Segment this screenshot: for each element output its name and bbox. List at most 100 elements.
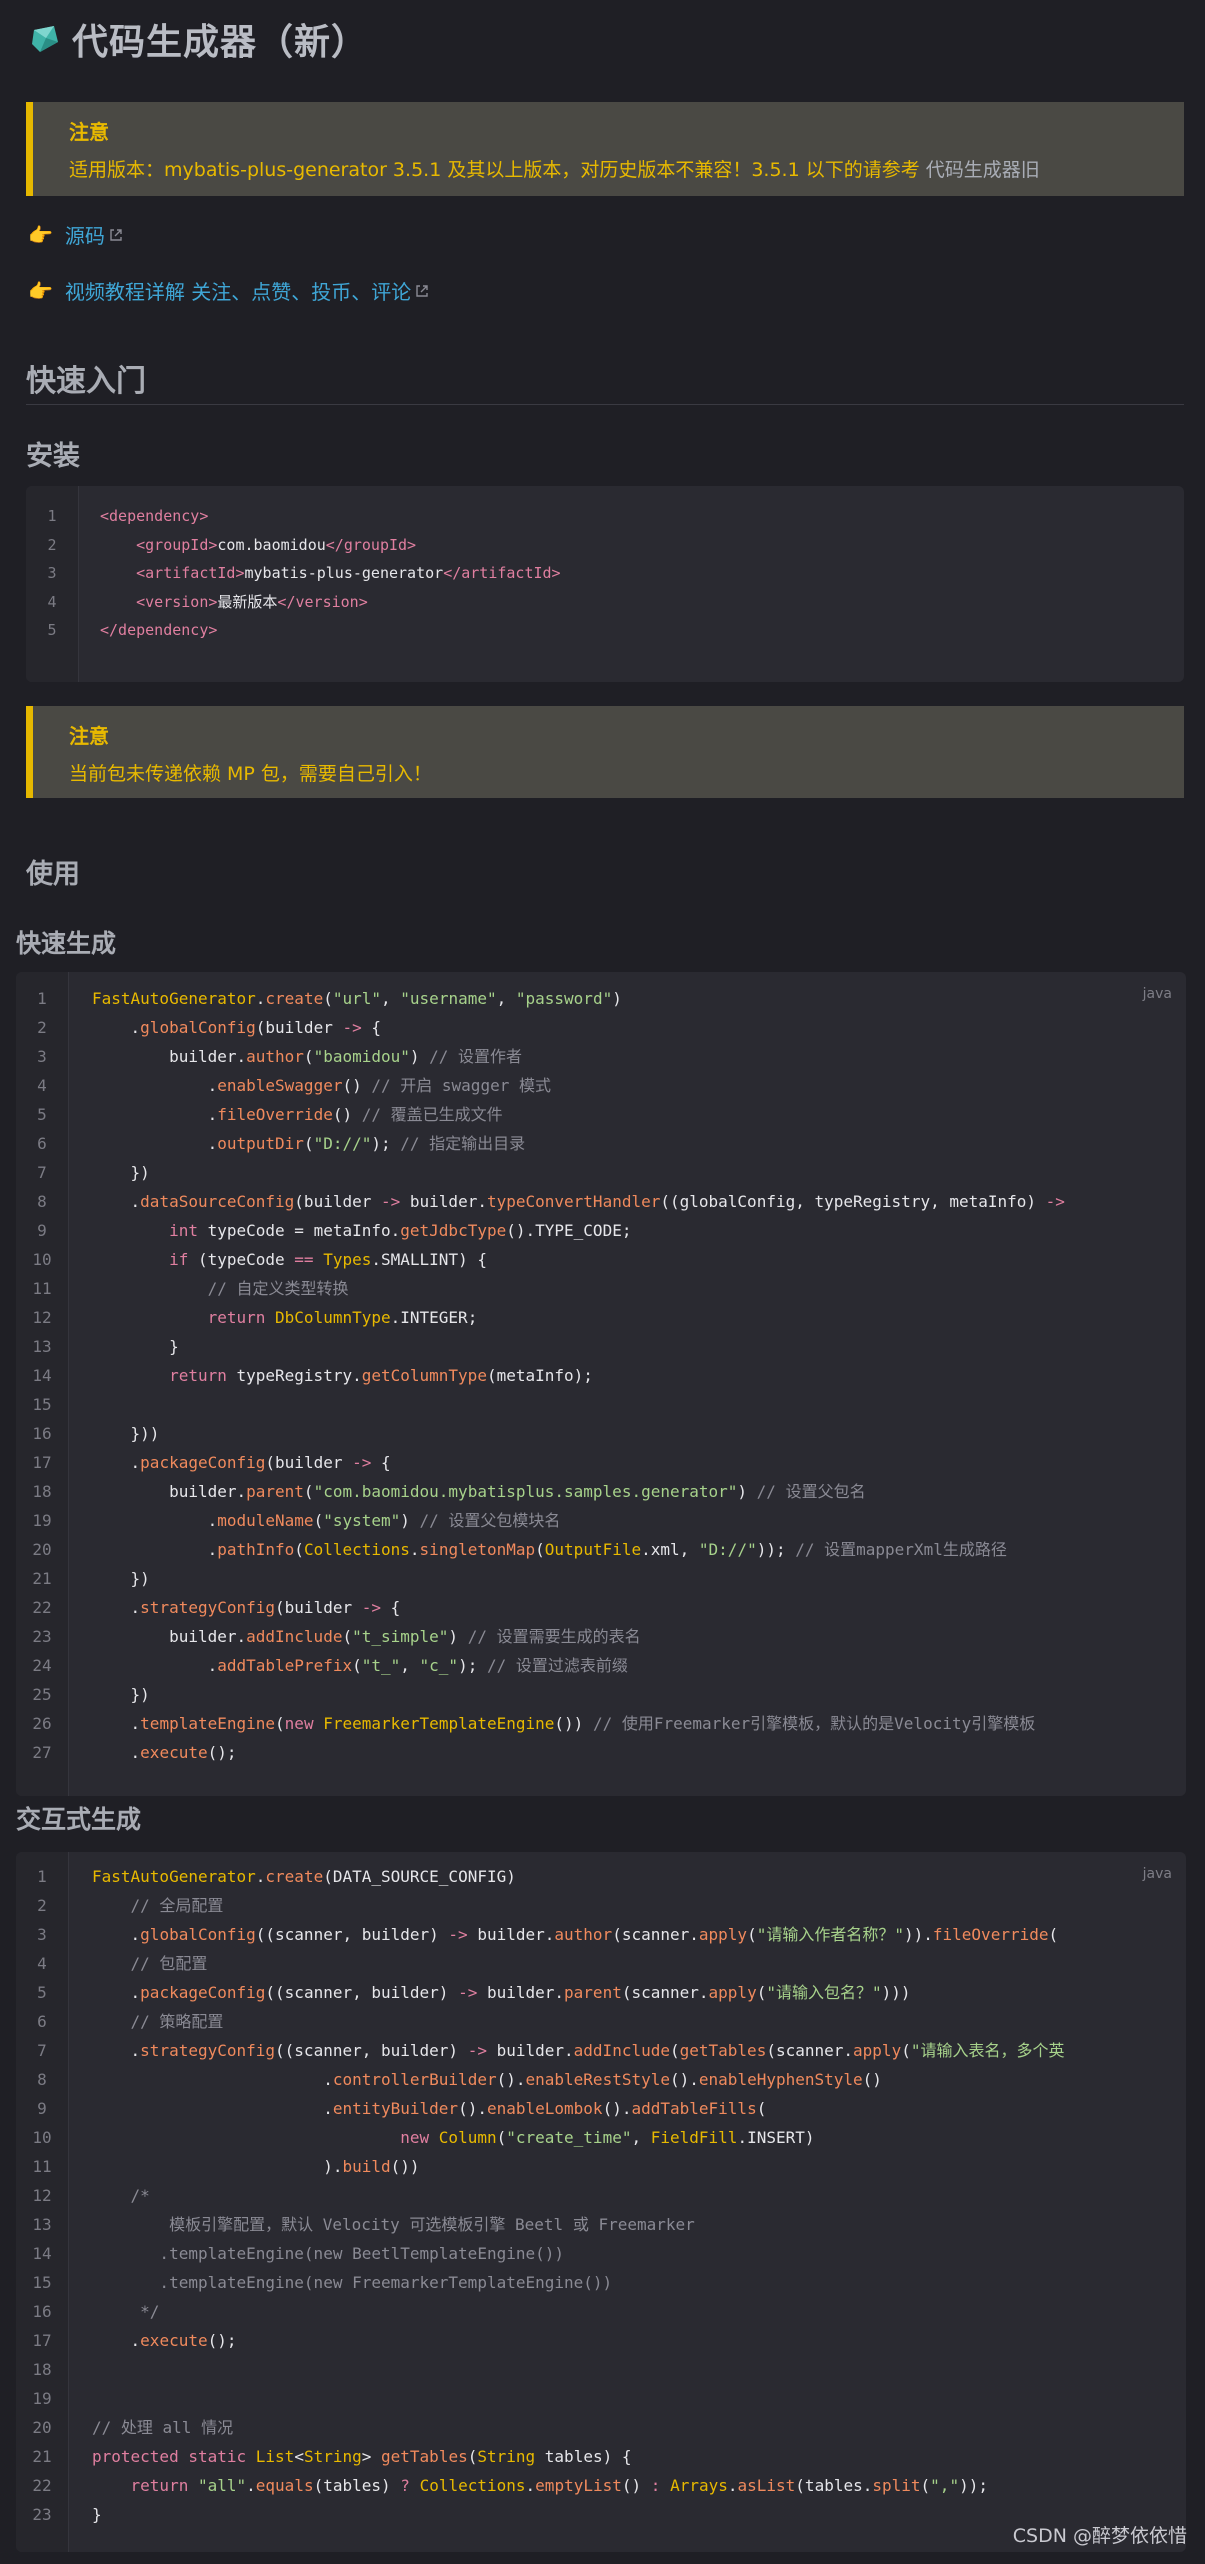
code-text: builder.addInclude("t_simple") // 设置需要生成… bbox=[92, 1627, 641, 1646]
code-line: 23} bbox=[16, 2500, 1186, 2529]
line-number: 27 bbox=[32, 1743, 52, 1762]
line-number: 1 bbox=[47, 507, 57, 525]
title-row: 代码生成器（新） bbox=[28, 14, 368, 64]
line-number: 2 bbox=[37, 1018, 47, 1037]
code-text: .outputDir("D://"); // 指定输出目录 bbox=[92, 1134, 526, 1153]
code-text: // 处理 all 情况 bbox=[92, 2418, 234, 2437]
interactive-code-block: java 1 FastAutoGenerator.create(DATA_SOUR… bbox=[16, 1852, 1186, 2552]
line-number: 8 bbox=[37, 2070, 47, 2089]
code-line: 22 .strategyConfig(builder -> { bbox=[16, 1593, 1186, 1622]
code-line: 2 <groupId>com.baomidou</groupId> bbox=[26, 531, 1184, 560]
code-line: 2 // 全局配置 bbox=[16, 1891, 1186, 1920]
line-number: 3 bbox=[37, 1925, 47, 1944]
mybatis-plus-logo-icon bbox=[32, 26, 58, 52]
line-number: 5 bbox=[47, 621, 57, 639]
code-line: 10 if (typeCode == Types.SMALLINT) { bbox=[16, 1245, 1186, 1274]
line-number: 11 bbox=[32, 2157, 52, 2176]
line-number: 3 bbox=[37, 1047, 47, 1066]
code-line: 8 .controllerBuilder().enableRestStyle()… bbox=[16, 2065, 1186, 2094]
code-text: builder.author("baomidou") // 设置作者 bbox=[92, 1047, 523, 1066]
line-number: 4 bbox=[47, 592, 57, 611]
code-text: .globalConfig(builder -> { bbox=[92, 1018, 381, 1037]
code-line: 9 int typeCode = metaInfo.getJdbcType().… bbox=[16, 1216, 1186, 1245]
code-line: 14 return typeRegistry.getColumnType(met… bbox=[16, 1361, 1186, 1390]
code-text: .execute(); bbox=[92, 1743, 237, 1762]
code-text: .strategyConfig(builder -> { bbox=[92, 1598, 401, 1617]
video-tutorial-link[interactable]: 视频教程详解 关注、点赞、投币、评论 bbox=[65, 276, 411, 305]
line-number: 18 bbox=[32, 1482, 52, 1501]
heading-install: 安装 bbox=[26, 441, 80, 472]
code-line: 16 })) bbox=[16, 1419, 1186, 1448]
code-text: .moduleName("system") // 设置父包模块名 bbox=[92, 1511, 561, 1530]
code-line: 10 new Column("create_time", FieldFill.I… bbox=[16, 2123, 1186, 2152]
code-text: /* bbox=[130, 2186, 150, 2205]
notice-title: 注意 bbox=[69, 120, 109, 144]
code-text: new Column("create_time", FieldFill.INSE… bbox=[400, 2128, 815, 2147]
source-link[interactable]: 源码 bbox=[65, 220, 105, 249]
code-text: <dependency> bbox=[100, 507, 209, 525]
line-number: 20 bbox=[32, 2418, 52, 2437]
code-text: if (typeCode == Types.SMALLINT) { bbox=[169, 1250, 487, 1269]
code-text: return "all".equals(tables) ? Collection… bbox=[130, 2476, 988, 2495]
code-text: .globalConfig((scanner, builder) -> buil… bbox=[92, 1925, 1059, 1944]
notice-text: 适用版本：mybatis-plus-generator 3.5.1 及其以上版本… bbox=[69, 159, 1040, 181]
line-number: 14 bbox=[32, 1366, 52, 1385]
line-number: 25 bbox=[32, 1685, 52, 1704]
code-text: .templateEngine(new FreemarkerTemplateEn… bbox=[92, 2273, 613, 2292]
pointing-hand-icon: 👉 bbox=[28, 278, 53, 303]
code-line: 6 .outputDir("D://"); // 指定输出目录 bbox=[16, 1129, 1186, 1158]
code-line: 3 builder.author("baomidou") // 设置作者 bbox=[16, 1042, 1186, 1071]
notice-version: 注意 适用版本：mybatis-plus-generator 3.5.1 及其以… bbox=[26, 102, 1184, 196]
line-number: 11 bbox=[32, 1279, 52, 1298]
line-number: 5 bbox=[37, 1983, 47, 2002]
code-line: 14 .templateEngine(new BeetlTemplateEngi… bbox=[16, 2239, 1186, 2268]
code-text: .packageConfig((scanner, builder) -> bui… bbox=[92, 1983, 911, 2002]
code-text: <version>最新版本</version> bbox=[136, 592, 368, 611]
line-number: 9 bbox=[37, 1221, 47, 1240]
old-generator-link[interactable]: 代码生成器旧 bbox=[926, 159, 1040, 181]
code-text: <artifactId>mybatis-plus-generator</arti… bbox=[136, 564, 561, 582]
code-line: 16 */ bbox=[16, 2297, 1186, 2326]
code-text: // 全局配置 bbox=[130, 1896, 224, 1915]
code-text: .enableSwagger() // 开启 swagger 模式 bbox=[92, 1076, 551, 1095]
code-line: 7 }) bbox=[16, 1158, 1186, 1187]
code-text: 模板引擎配置，默认 Velocity 可选模板引擎 Beetl 或 Freema… bbox=[92, 2215, 695, 2234]
code-line: 7 .strategyConfig((scanner, builder) -> … bbox=[16, 2036, 1186, 2065]
code-text: .strategyConfig((scanner, builder) -> bu… bbox=[92, 2041, 1065, 2060]
line-number: 5 bbox=[37, 1105, 47, 1124]
code-text: int typeCode = metaInfo.getJdbcType().TY… bbox=[169, 1221, 632, 1240]
line-number: 12 bbox=[32, 1308, 52, 1327]
code-text: .dataSourceConfig(builder -> builder.typ… bbox=[92, 1192, 1065, 1211]
notice-dependency: 注意 当前包未传递依赖 MP 包，需要自己引入！ bbox=[26, 706, 1184, 798]
code-line: 20 .pathInfo(Collections.singletonMap(Ou… bbox=[16, 1535, 1186, 1564]
code-line: 5 </dependency> bbox=[26, 616, 1184, 645]
code-line: 6 // 策略配置 bbox=[16, 2007, 1186, 2036]
code-line: 17 .execute(); bbox=[16, 2326, 1186, 2355]
code-text: // 包配置 bbox=[130, 1954, 208, 1973]
line-number: 4 bbox=[37, 1954, 47, 1973]
line-number: 22 bbox=[32, 2476, 52, 2495]
source-link-row: 👉 源码 bbox=[28, 220, 123, 249]
line-number: 24 bbox=[32, 1656, 52, 1675]
external-link-icon bbox=[110, 228, 122, 241]
external-link-icon bbox=[416, 284, 428, 297]
code-line: 26 .templateEngine(new FreemarkerTemplat… bbox=[16, 1709, 1186, 1738]
line-number: 4 bbox=[37, 1076, 47, 1095]
heading-quickstart: 快速入门 bbox=[26, 364, 146, 399]
code-text: .addTablePrefix("t_", "c_"); // 设置过滤表前缀 bbox=[92, 1656, 628, 1675]
line-number: 1 bbox=[37, 989, 47, 1008]
code-line: 13 模板引擎配置，默认 Velocity 可选模板引擎 Beetl 或 Fre… bbox=[16, 2210, 1186, 2239]
code-text: } bbox=[92, 2505, 102, 2524]
code-line: 12 return DbColumnType.INTEGER; bbox=[16, 1303, 1186, 1332]
line-number: 17 bbox=[32, 1453, 52, 1472]
pointing-hand-icon: 👉 bbox=[28, 222, 53, 247]
heading-interactive-generate: 交互式生成 bbox=[16, 1805, 142, 1834]
line-number: 16 bbox=[32, 2302, 52, 2321]
code-line: 11 // 自定义类型转换 bbox=[16, 1274, 1186, 1303]
code-text: .pathInfo(Collections.singletonMap(Outpu… bbox=[92, 1540, 1007, 1559]
code-text: protected static List<String> getTables(… bbox=[92, 2447, 632, 2466]
code-text: } bbox=[92, 1337, 179, 1356]
line-number: 26 bbox=[32, 1714, 52, 1733]
line-number: 7 bbox=[37, 1163, 47, 1182]
code-line: 1 FastAutoGenerator.create("url", "userna… bbox=[16, 984, 1186, 1013]
